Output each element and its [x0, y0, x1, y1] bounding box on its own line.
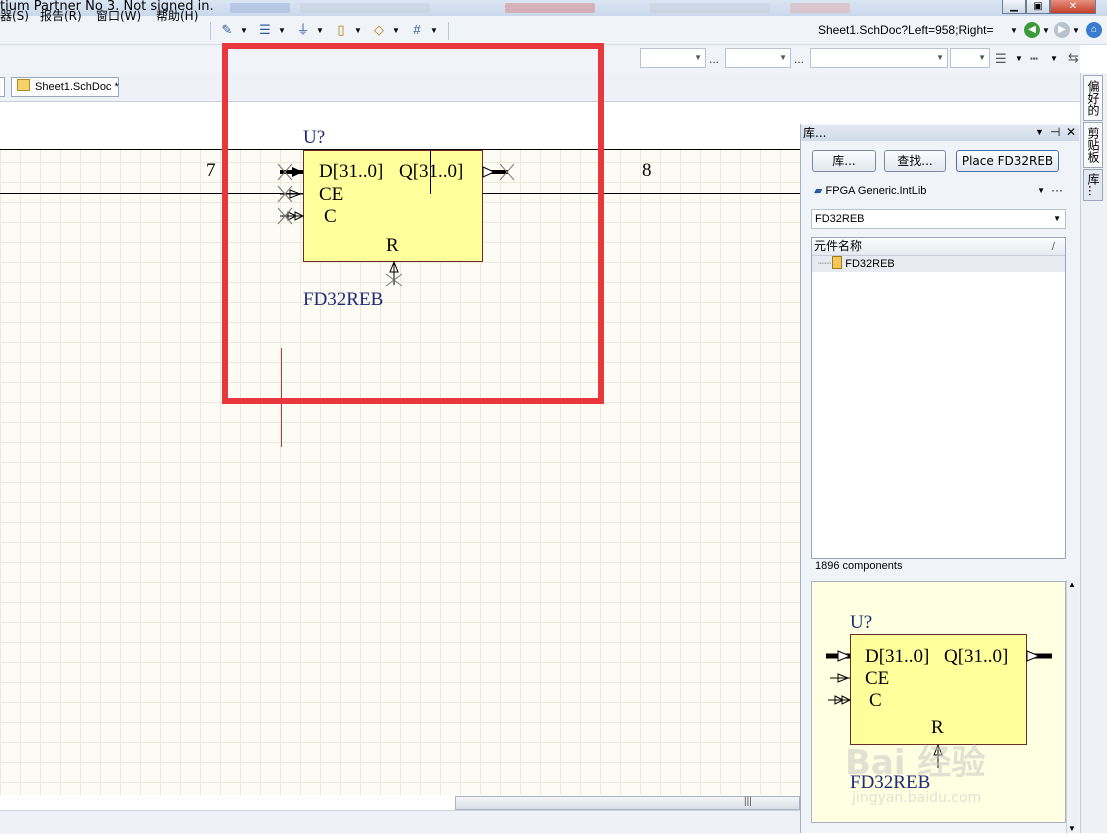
menu-item-window[interactable]: 窗口(W) — [96, 7, 141, 24]
chevron-down-icon: ▼ — [936, 53, 944, 62]
chevron-down-icon[interactable]: ▼ — [1010, 26, 1018, 35]
horizontal-scrollbar-thumb[interactable]: ||| — [455, 796, 800, 810]
tab-sheet1-schdoc[interactable]: Sheet1.SchDoc * — [11, 77, 119, 97]
chevron-down-icon[interactable]: ▼ — [1072, 26, 1080, 35]
list-item[interactable]: ┈┈ FD32REB — [812, 256, 1065, 272]
width-combo[interactable]: ▼ — [950, 48, 990, 68]
side-tab-favorites[interactable]: 偏好的 — [1083, 75, 1103, 121]
blurred-taskbar-item — [230, 3, 290, 13]
chevron-down-icon: ▼ — [694, 53, 702, 62]
bus-tool-icon[interactable]: ☰ — [254, 22, 276, 38]
search-button[interactable]: 查找... — [884, 150, 946, 172]
watermark-url: jingyan.baidu.com — [852, 790, 982, 806]
close-button[interactable]: ✕ — [1050, 0, 1096, 14]
panel-title-text: 库... — [803, 126, 827, 140]
library-icon: ▰ — [814, 185, 823, 197]
tree-connector: ┈┈ — [818, 258, 832, 270]
component-icon — [832, 256, 843, 269]
highlight-rectangle — [222, 43, 604, 404]
menu-item-help[interactable]: 帮助(H) — [156, 7, 198, 24]
blurred-taskbar-item — [790, 3, 850, 13]
chevron-down-icon[interactable]: ▼ — [1042, 26, 1050, 35]
chevron-down-icon: ▼ — [978, 53, 986, 62]
sheet-entry-icon[interactable]: ◇ — [368, 22, 390, 38]
chevron-down-icon[interactable]: ▼ — [240, 26, 248, 35]
library-button[interactable]: 库... — [812, 150, 876, 172]
chevron-down-icon: ▼ — [1037, 186, 1045, 195]
line-style-icon[interactable]: ☰ — [995, 51, 1007, 67]
component-list[interactable] — [811, 237, 1066, 559]
port-icon[interactable]: ▯ — [330, 22, 352, 38]
side-tab-libraries[interactable]: 库... — [1083, 169, 1103, 201]
menu-item-reports[interactable]: 报告(R) — [40, 7, 82, 24]
chevron-down-icon: ▼ — [1053, 214, 1061, 223]
component-filter-input[interactable]: FD32REB ▼ — [811, 209, 1066, 229]
filter-value: FD32REB — [815, 213, 865, 225]
arrange-icon[interactable]: ⇆ — [1068, 50, 1079, 66]
blurred-taskbar-item — [300, 3, 430, 13]
status-bar — [0, 810, 800, 834]
zone-label: 7 — [206, 160, 216, 181]
tab-label: Sheet1.SchDoc * — [35, 81, 119, 93]
library-select-value: FPGA Generic.IntLib — [825, 185, 927, 197]
wire-tool-icon[interactable]: ✎ — [216, 22, 238, 38]
zone-label: 8 — [642, 160, 652, 181]
chevron-down-icon[interactable]: ▼ — [278, 26, 286, 35]
chevron-down-icon[interactable]: ▼ — [430, 26, 438, 35]
maximize-button[interactable]: ▣ — [1026, 0, 1050, 14]
minimize-button[interactable]: ▁ — [1002, 0, 1026, 14]
list-header-label: 元件名称 — [814, 239, 863, 253]
preview-scrollbar[interactable]: ▲ ▼ — [1066, 580, 1078, 833]
side-tab-clipboard[interactable]: 剪贴板 — [1083, 122, 1103, 168]
forward-icon[interactable]: ▶ — [1054, 22, 1070, 38]
preview-designator: U? — [850, 612, 873, 633]
home-icon[interactable]: ⌂ — [1086, 22, 1102, 38]
size-combo[interactable]: ▼ — [725, 48, 791, 68]
close-icon: ✕ — [1068, 1, 1078, 12]
menu-item-tools[interactable]: 器(S) — [0, 7, 29, 24]
grip-icon: ||| — [744, 796, 752, 807]
chevron-down-icon[interactable]: ▼ — [316, 26, 324, 35]
address-input[interactable]: Sheet1.SchDoc?Left=958;Right= — [818, 20, 1018, 40]
scroll-down-icon[interactable]: ▼ — [1068, 824, 1076, 833]
chevron-down-icon: ▼ — [779, 53, 787, 62]
close-icon[interactable]: ✕ — [1066, 125, 1076, 139]
place-component-button[interactable]: Place FD32REB — [956, 150, 1059, 172]
dash-style-icon[interactable]: ┅ — [1030, 51, 1038, 67]
toolbar-divider — [448, 22, 449, 40]
back-icon[interactable]: ◀ — [1024, 22, 1040, 38]
watermark-brand: Bai 经验 — [845, 743, 986, 783]
list-header[interactable]: 元件名称 / — [812, 238, 1065, 256]
minimize-icon: ▁ — [1010, 1, 1018, 12]
component-count: 1896 components — [815, 560, 903, 572]
chevron-down-icon[interactable]: ▼ — [354, 26, 362, 35]
previous-document-tab[interactable] — [0, 77, 5, 97]
blurred-taskbar-item — [505, 3, 595, 13]
library-select[interactable]: ▰ FPGA Generic.IntLib ▼ — [811, 182, 1049, 202]
chevron-down-icon[interactable]: ▼ — [1015, 54, 1023, 63]
toolbar-divider — [210, 22, 211, 40]
pin-icon[interactable]: ⊣ — [1050, 125, 1060, 139]
ellipsis-icon[interactable]: ... — [709, 52, 719, 66]
panel-menu-icon[interactable]: ▼ — [1035, 127, 1044, 137]
ellipsis-icon[interactable]: ... — [794, 52, 804, 66]
scroll-up-icon[interactable]: ▲ — [1068, 580, 1076, 589]
blurred-taskbar-item — [650, 3, 770, 13]
sort-icon: / — [1051, 241, 1055, 252]
list-item-label: FD32REB — [845, 258, 895, 270]
font-combo[interactable]: ▼ — [640, 48, 706, 68]
ground-icon[interactable]: ⏚ — [292, 22, 314, 38]
chevron-down-icon[interactable]: ▼ — [392, 26, 400, 35]
restore-icon: ▣ — [1033, 1, 1043, 12]
style-combo[interactable]: ▼ — [810, 48, 948, 68]
chevron-down-icon[interactable]: ▼ — [1050, 54, 1058, 63]
schematic-document-icon — [17, 79, 30, 91]
library-options-ellipsis[interactable]: ··· — [1051, 183, 1063, 197]
grid-icon[interactable]: # — [406, 22, 428, 38]
